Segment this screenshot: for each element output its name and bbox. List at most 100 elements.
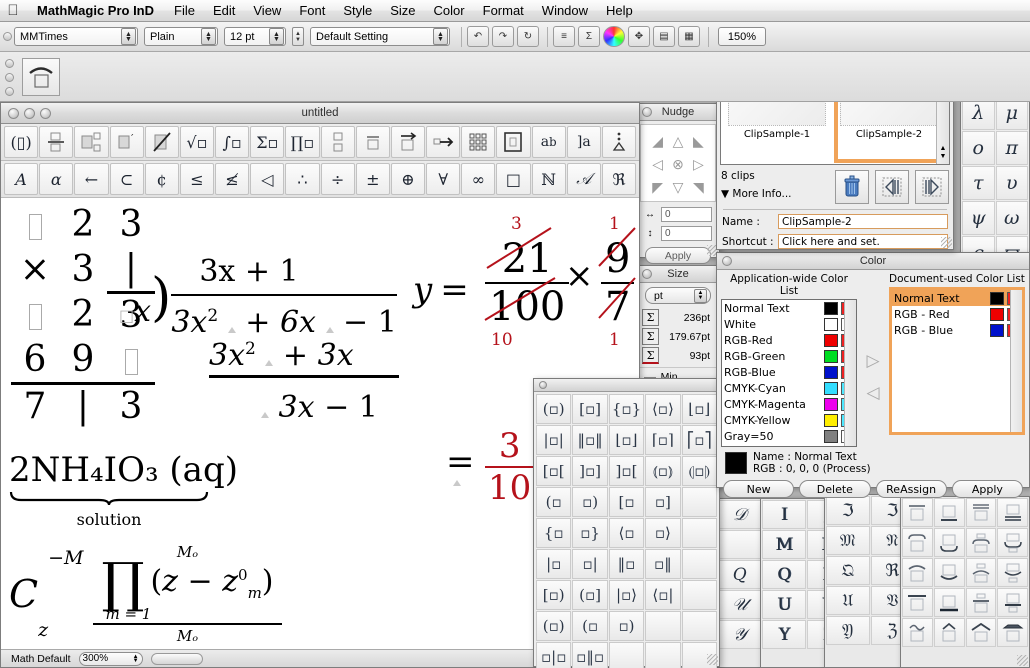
brackets-titlebar[interactable] [534, 379, 719, 392]
palette-slash-template[interactable] [145, 126, 179, 158]
toolbar-grip[interactable] [0, 22, 14, 52]
bracket-template-cell[interactable]: [▫ [609, 487, 644, 517]
fraktur-letter-cell[interactable]: 𝔜 [826, 616, 870, 645]
document-titlebar[interactable]: untitled [1, 103, 639, 124]
bracket-template-cell[interactable]: ▫⟩ [645, 518, 680, 548]
equation-cancel-fractions[interactable]: y = [413, 270, 469, 310]
color-wheel-icon[interactable] [603, 26, 625, 47]
nudge-apply-button[interactable]: Apply [645, 247, 711, 264]
nudge-left-icon[interactable]: ◁ [648, 153, 667, 175]
bracket-template-cell[interactable]: ⌊▫⌋ [609, 425, 644, 455]
menu-view[interactable]: View [244, 3, 290, 18]
bracket-template-cell[interactable]: ⟨▫| [645, 580, 680, 610]
application-color-list[interactable]: Normal Text White RGB-Red RGB-Green RGB-Blue… [721, 299, 857, 447]
nudge-v-input[interactable]: 0 [661, 226, 712, 241]
menu-format[interactable]: Format [474, 3, 533, 18]
color-list-row[interactable]: RGB-Red [722, 332, 856, 348]
menu-app-name[interactable]: MathMagic Pro InD [26, 3, 165, 18]
clip-shortcut-input[interactable]: Click here and set. [778, 234, 948, 249]
bracket-template-cell[interactable]: ▫} [572, 518, 607, 548]
nudge-down-left-icon[interactable]: ◤ [648, 176, 667, 198]
bracket-template-cell[interactable]: [▫] [572, 394, 607, 424]
trash-icon[interactable] [835, 170, 869, 204]
equation-product[interactable]: C z −M Mₒ ∏ (z − z0m) m = 1 Mₒ [9, 543, 282, 645]
menu-style[interactable]: Style [334, 3, 381, 18]
palette-symbol-leq[interactable]: ≤ [180, 163, 214, 195]
menu-font[interactable]: Font [290, 3, 334, 18]
color-list-row[interactable]: White [722, 316, 856, 332]
tool-well-grip[interactable] [3, 56, 15, 98]
clips-resize-handle[interactable] [941, 237, 952, 248]
apple-menu-icon[interactable]:  [0, 3, 26, 18]
greek-symbol-cell[interactable]: υ [996, 166, 1029, 200]
nudge-center-icon[interactable]: ⊗ [668, 153, 687, 175]
bracket-template-cell[interactable]: (▫) [536, 394, 571, 424]
palette-fraction-template[interactable] [39, 126, 73, 158]
greek-symbol-cell[interactable]: π [996, 131, 1029, 165]
color-list-row[interactable]: CMYK-Cyan [722, 380, 856, 396]
bracket-template-cell[interactable]: ▫|▫ [536, 642, 571, 668]
scroll-arrows-icon[interactable]: ▲ ▼ [937, 142, 949, 164]
palette-symbol-forall[interactable]: ∀ [426, 163, 460, 195]
list-icon[interactable]: ≡ [553, 26, 575, 47]
bracket-template-cell[interactable]: ▫] [645, 487, 680, 517]
color-list-row[interactable]: CMYK-Magenta [722, 396, 856, 412]
bracket-template-cell[interactable]: ]▫] [572, 456, 607, 486]
move-left-icon[interactable]: ◁ [866, 383, 879, 403]
move-right-icon[interactable]: ▷ [866, 351, 879, 371]
new-color-button[interactable]: New [723, 480, 794, 498]
bracket-template-cell[interactable]: ⌊▫⌋ [682, 394, 717, 424]
bracket-template-cell[interactable]: ⌈▫⌉ [645, 425, 680, 455]
bracket-template-cell[interactable]: ▫‖▫ [572, 642, 607, 668]
palette-sum-template[interactable]: Σ▫ [250, 126, 284, 158]
palette-product-template[interactable]: ∏▫ [285, 126, 319, 158]
menu-size[interactable]: Size [381, 3, 424, 18]
nudge-down-right-icon[interactable]: ◥ [689, 176, 708, 198]
bracket-template-cell[interactable]: (▫) [536, 611, 571, 641]
palette-symbol-square[interactable]: □ [496, 163, 530, 195]
greek-symbol-cell[interactable]: τ [962, 166, 995, 200]
bracket-template-cell[interactable]: ▫| [572, 549, 607, 579]
bracket-template-cell[interactable]: (▫ [572, 611, 607, 641]
color-list-row[interactable]: RGB - Blue [892, 322, 1022, 338]
greek-symbol-cell[interactable]: ο [962, 131, 995, 165]
size-unit-select[interactable]: pt ▲ ▼ [645, 287, 711, 304]
nudge-up-right-icon[interactable]: ◣ [689, 130, 708, 152]
bracket-template-cell[interactable]: ]▫[ [609, 456, 644, 486]
over-bar-icon[interactable] [902, 498, 933, 527]
fraction-21-over-100[interactable]: 3 21 100 10 [485, 236, 569, 330]
over-brace-icon[interactable] [902, 528, 933, 557]
palette-prime-template[interactable]: ′ [110, 126, 144, 158]
bracket-template-cell[interactable]: ⦇▫⦈ [682, 456, 717, 486]
fraction-9-over-7[interactable]: 1 9 7 1 [601, 236, 634, 330]
script-letter-cell[interactable]: 𝑄 [718, 560, 762, 589]
palette-symbol-infinity[interactable]: ∞ [461, 163, 495, 195]
under-arc-label-icon[interactable] [997, 558, 1028, 587]
color-list-row[interactable]: Gray=50 [722, 428, 856, 444]
palette-overbar-template[interactable] [356, 126, 390, 158]
color-titlebar[interactable]: Color [717, 253, 1029, 270]
bracket-template-cell[interactable]: {▫} [609, 394, 644, 424]
nudge-up-icon[interactable]: △ [668, 130, 687, 152]
apply-color-button[interactable]: Apply [952, 480, 1023, 498]
script-letter-cell[interactable]: 𝒟 [718, 500, 762, 529]
fraktur-letter-cell[interactable]: 𝔐 [826, 526, 870, 555]
placeholder-box[interactable] [125, 349, 138, 375]
color-list-row[interactable]: Normal Text [892, 290, 1022, 306]
palette-matrix-template[interactable] [461, 126, 495, 158]
arc-tool-icon[interactable] [22, 58, 60, 96]
palette-symbol-A[interactable]: A [4, 163, 38, 195]
delete-color-button[interactable]: Delete [799, 480, 870, 498]
under-arc-icon[interactable] [934, 558, 965, 587]
greek-symbol-cell[interactable]: ψ [962, 201, 995, 235]
over-hat-icon[interactable] [934, 618, 965, 647]
bracket-template-cell[interactable]: [▫[ [536, 456, 571, 486]
insert-marker[interactable] [261, 412, 269, 418]
insert-marker[interactable] [326, 327, 334, 333]
bracket-template-cell[interactable]: |▫| [536, 425, 571, 455]
undo-15-icon[interactable]: ↶ [467, 26, 489, 47]
menu-edit[interactable]: Edit [204, 3, 244, 18]
color-list-row[interactable]: RGB - Red [892, 306, 1022, 322]
under-brace-icon[interactable] [934, 528, 965, 557]
bracket-template-cell[interactable]: ‖▫ [609, 549, 644, 579]
